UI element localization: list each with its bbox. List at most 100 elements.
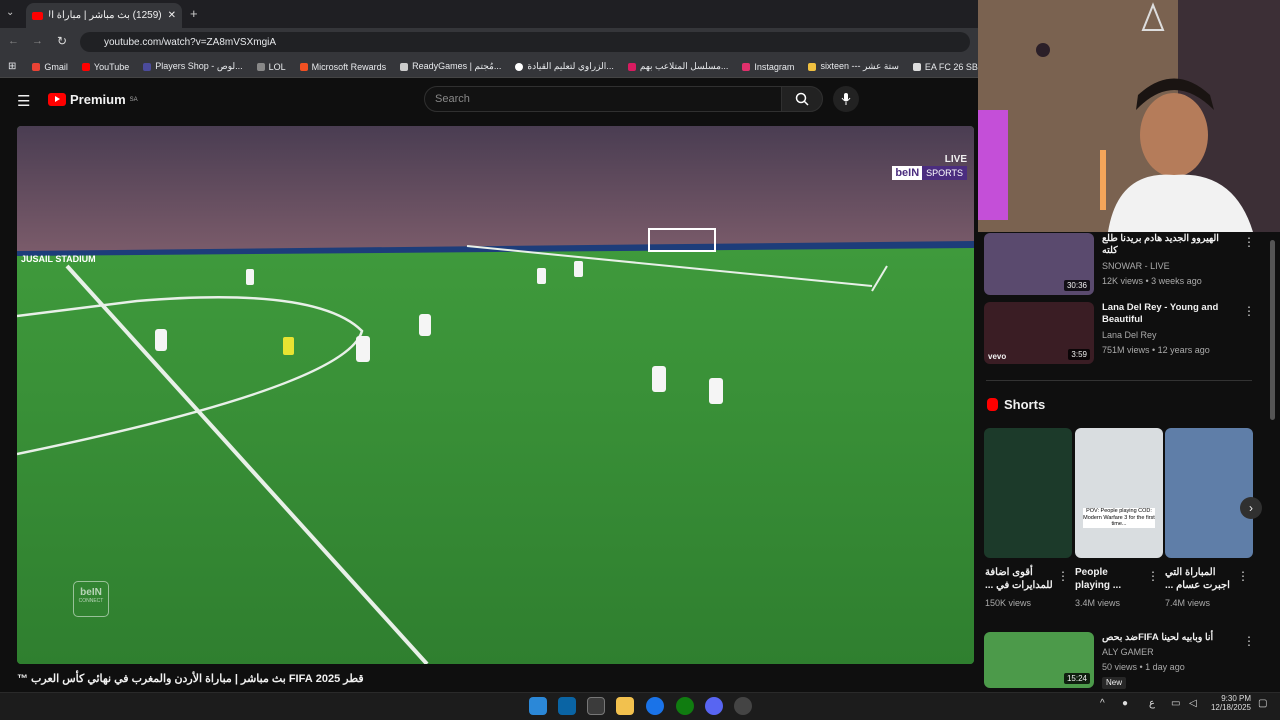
- file-explorer-icon[interactable]: [616, 697, 634, 715]
- start-icon[interactable]: [529, 697, 547, 715]
- bookmark-instagram[interactable]: Instagram: [742, 62, 794, 72]
- bookmark-driving[interactable]: الزراوي لتعليم القيادة...: [515, 61, 614, 72]
- chrome-icon[interactable]: [646, 697, 664, 715]
- shorts-icon: [987, 398, 998, 411]
- short-1[interactable]: [984, 428, 1072, 558]
- duration-badge: 3:59: [1068, 349, 1090, 360]
- voice-search-button[interactable]: [833, 86, 859, 112]
- short-views: 7.4M views: [1165, 598, 1211, 608]
- tray-mic-icon[interactable]: ●: [1122, 698, 1128, 709]
- short-title: People playing ...: [1075, 567, 1122, 591]
- browser-tab[interactable]: (1259) بث مباشر | مباراة الأرد ✕: [26, 3, 182, 28]
- youtube-play-icon: [48, 93, 66, 106]
- tab-search-icon[interactable]: ⌄: [6, 7, 14, 18]
- channel-name: SNOWAR - LIVE: [1102, 260, 1170, 271]
- short-title: أقوى اضافة للمدايرات في ...: [985, 567, 1053, 591]
- bookmark-readygames[interactable]: ReadyGames | مُجتم...: [400, 61, 501, 72]
- eafc-icon: [912, 62, 921, 71]
- bookmark-label: sixteen --- ستة عشر: [820, 61, 899, 71]
- bookmark-youtube[interactable]: YouTube: [81, 62, 129, 72]
- network-icon[interactable]: ▭: [1171, 698, 1180, 709]
- video-title: قطر 2025 FIFA بث مباشر | مباراة الأردن و…: [17, 673, 364, 685]
- short-2[interactable]: POV: People playing COD: Modern Warfare …: [1075, 428, 1163, 558]
- more-options-icon[interactable]: ⋮: [1057, 569, 1069, 583]
- reload-icon[interactable]: ↻: [57, 34, 67, 48]
- live-label: LIVE: [944, 154, 967, 165]
- related-video-3[interactable]: 15:24 أنا وبابيه لحينا FIFAضد بحص ALY GA…: [984, 632, 1234, 690]
- bein-connect-watermark: beIN CONNECT: [73, 581, 109, 617]
- bookmark-label: مسلسل المتلاعب بهم...: [639, 61, 729, 71]
- tab-title: (1259) بث مباشر | مباراة الأرد: [49, 10, 162, 21]
- stadium-board: JUSAIL STADIUM: [21, 254, 96, 264]
- bookmark-label: الزراوي لتعليم القيادة...: [527, 61, 614, 71]
- bookmark-label: Players Shop - لوص...: [155, 61, 243, 71]
- clock[interactable]: 9:30 PM 12/18/2025: [1200, 694, 1251, 712]
- video-player[interactable]: LIVE beIN SPORTS JUSAIL STADIUM beIN CON…: [17, 126, 974, 664]
- outlook-icon[interactable]: [558, 697, 576, 715]
- more-options-icon[interactable]: ⋮: [1243, 304, 1255, 318]
- more-options-icon[interactable]: ⋮: [1147, 569, 1159, 583]
- divider: [986, 380, 1252, 381]
- shorts-next-button[interactable]: ›: [1240, 497, 1262, 519]
- microsoft-icon: [299, 62, 308, 71]
- short-views: 150K views: [985, 598, 1032, 608]
- url-text: youtube.com/watch?v=ZA8mVSXmgiA: [104, 36, 277, 48]
- volume-icon[interactable]: ◁: [1189, 698, 1197, 709]
- store-icon[interactable]: [587, 697, 605, 715]
- bookmark-ms-rewards[interactable]: Microsoft Rewards: [299, 62, 386, 72]
- search-button[interactable]: [781, 86, 823, 112]
- search-icon: [795, 92, 809, 106]
- pitch-scene: [17, 126, 974, 664]
- youtube-favicon-icon: [32, 11, 43, 20]
- language-icon[interactable]: ع: [1149, 698, 1155, 709]
- short-3[interactable]: [1165, 428, 1253, 558]
- apps-icon[interactable]: ⊞: [8, 61, 16, 72]
- bookmark-gmail[interactable]: Gmail: [32, 62, 68, 72]
- new-tab-icon[interactable]: +: [190, 6, 198, 21]
- logo-text: Premium: [70, 92, 126, 107]
- back-icon[interactable]: ←: [8, 35, 19, 47]
- search-placeholder: Search: [435, 93, 470, 105]
- sidebar-scrollbar[interactable]: [1270, 240, 1275, 420]
- channel-name: ALY GAMER: [1102, 647, 1154, 658]
- related-title: الهيروو الجديد هادم بريدنا طلع كلته: [1102, 233, 1219, 257]
- bookmark-players-shop[interactable]: Players Shop - لوص...: [143, 61, 243, 72]
- video-thumbnail: 30:36: [984, 233, 1094, 295]
- series-icon: [627, 62, 636, 71]
- bookmark-label: Instagram: [754, 61, 795, 72]
- microphone-icon: [841, 93, 851, 105]
- discord-icon[interactable]: [705, 697, 723, 715]
- bookmark-series[interactable]: مسلسل المتلاعب بهم...: [627, 61, 729, 72]
- clock-date: 12/18/2025: [1210, 703, 1251, 712]
- forward-icon[interactable]: →: [32, 35, 43, 47]
- readygames-icon: [400, 62, 409, 71]
- broadcast-overlay: LIVE beIN SPORTS: [892, 154, 967, 180]
- new-badge: New: [1102, 676, 1127, 690]
- driving-icon: [515, 62, 524, 71]
- tray-chevron-icon[interactable]: ^: [1100, 698, 1105, 709]
- bein-sports-label: SPORTS: [922, 166, 967, 180]
- youtube-logo[interactable]: Premium SA: [48, 92, 138, 107]
- xbox-icon[interactable]: [676, 697, 694, 715]
- duration-badge: 30:36: [1063, 280, 1090, 291]
- watermark-logo: beIN: [80, 587, 102, 598]
- more-options-icon[interactable]: ⋮: [1237, 569, 1249, 583]
- close-tab-icon[interactable]: ✕: [168, 10, 176, 21]
- app-icon[interactable]: [734, 697, 752, 715]
- sixteen-icon: [808, 62, 817, 71]
- bookmark-sixteen[interactable]: sixteen --- ستة عشر: [808, 61, 899, 72]
- more-options-icon[interactable]: ⋮: [1243, 235, 1255, 249]
- related-title: أنا وبابيه لحينا FIFAضد بحص: [1102, 632, 1214, 643]
- hamburger-menu-icon[interactable]: ☰: [17, 92, 30, 110]
- related-video-2[interactable]: vevo 3:59 Lana Del Rey - Young and Beaut…: [984, 302, 1234, 364]
- bookmark-lol[interactable]: LOL: [256, 62, 286, 72]
- related-video-1[interactable]: 30:36 الهيروو الجديد هادم بريدنا طلع كلت…: [984, 233, 1234, 295]
- video-thumbnail: vevo 3:59: [984, 302, 1094, 364]
- more-options-icon[interactable]: ⋮: [1243, 634, 1255, 648]
- instagram-icon: [742, 62, 751, 71]
- view-meta: 751M views • 12 years ago: [1102, 345, 1210, 356]
- notification-icon[interactable]: ▢: [1258, 698, 1267, 709]
- streamer-figure: [978, 0, 1280, 232]
- search-input[interactable]: Search: [424, 86, 782, 112]
- url-field[interactable]: youtube.com/watch?v=ZA8mVSXmgiA: [80, 32, 970, 52]
